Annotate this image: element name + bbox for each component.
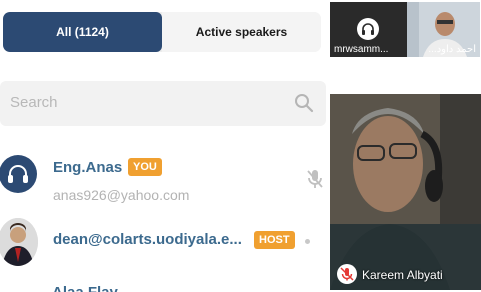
active-speaker-video[interactable]: Kareem Albyati: [330, 94, 481, 290]
thumbnail-name: mrwsamm...: [334, 44, 389, 55]
participant-name[interactable]: Eng.Anas: [53, 159, 122, 176]
avatar: [0, 155, 37, 193]
headset-icon: [8, 165, 28, 183]
speaker-video-frame: [330, 94, 481, 290]
participant-filter-tabs: All (1124) Active speakers: [3, 12, 321, 52]
tab-active-speakers[interactable]: Active speakers: [162, 12, 321, 52]
status-dot: [305, 239, 310, 244]
participants-panel: All (1124) Active speakers Search Eng.An…: [0, 0, 330, 292]
mic-muted-icon: [337, 264, 357, 284]
search-icon[interactable]: [294, 93, 314, 113]
video-thumbnail[interactable]: mrwsamm...: [330, 2, 407, 57]
participant-name[interactable]: dean@colarts.uodiyala.e...: [53, 231, 242, 248]
thumbnail-name: احمد داود...: [428, 44, 476, 55]
host-badge: HOST: [254, 231, 295, 249]
search-input[interactable]: Search: [0, 81, 326, 126]
you-badge: YOU: [128, 158, 162, 176]
active-speaker-name: Kareem Albyati: [362, 268, 443, 282]
participant-email: anas926@yahoo.com: [53, 187, 190, 203]
search-placeholder: Search: [10, 94, 58, 111]
video-thumbnail[interactable]: احمد داود...: [407, 2, 480, 57]
tab-all[interactable]: All (1124): [3, 12, 162, 52]
participant-name[interactable]: Alaa Flay...: [52, 284, 129, 292]
avatar: [0, 218, 38, 266]
mic-muted-icon[interactable]: [306, 168, 324, 190]
